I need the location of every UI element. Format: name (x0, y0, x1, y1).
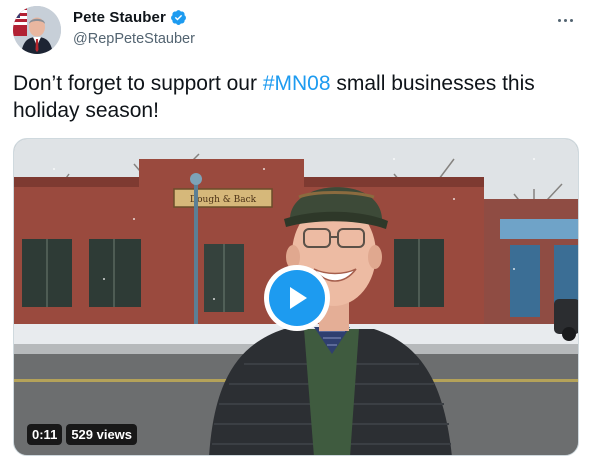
author-display-name[interactable]: Pete Stauber (73, 9, 166, 26)
shop-sign-text: Dough & Back (190, 195, 257, 205)
video-meta: 0:11 529 views (27, 424, 138, 445)
avatar[interactable] (13, 6, 61, 54)
avatar-photo (13, 6, 61, 54)
tweet-text: Don’t forget to support our #MN08 small … (13, 70, 578, 124)
tweet-card[interactable]: Pete Stauber @RepPeteStauber Don’t forge… (0, 0, 593, 465)
more-options-icon[interactable] (553, 10, 577, 30)
tweet-text-before: Don’t forget to support our (13, 72, 263, 95)
video-views-badge: 529 views (66, 424, 138, 445)
author-name-row[interactable]: Pete Stauber (73, 9, 187, 26)
play-icon (269, 270, 325, 326)
author-handle[interactable]: @RepPeteStauber (73, 31, 195, 47)
video-duration-badge: 0:11 (27, 424, 63, 445)
video-player[interactable]: Dough & Back 0:11 529 views (13, 138, 579, 456)
play-button[interactable] (264, 265, 330, 331)
verified-badge-icon (170, 9, 187, 26)
hashtag-link[interactable]: #MN08 (263, 72, 331, 95)
